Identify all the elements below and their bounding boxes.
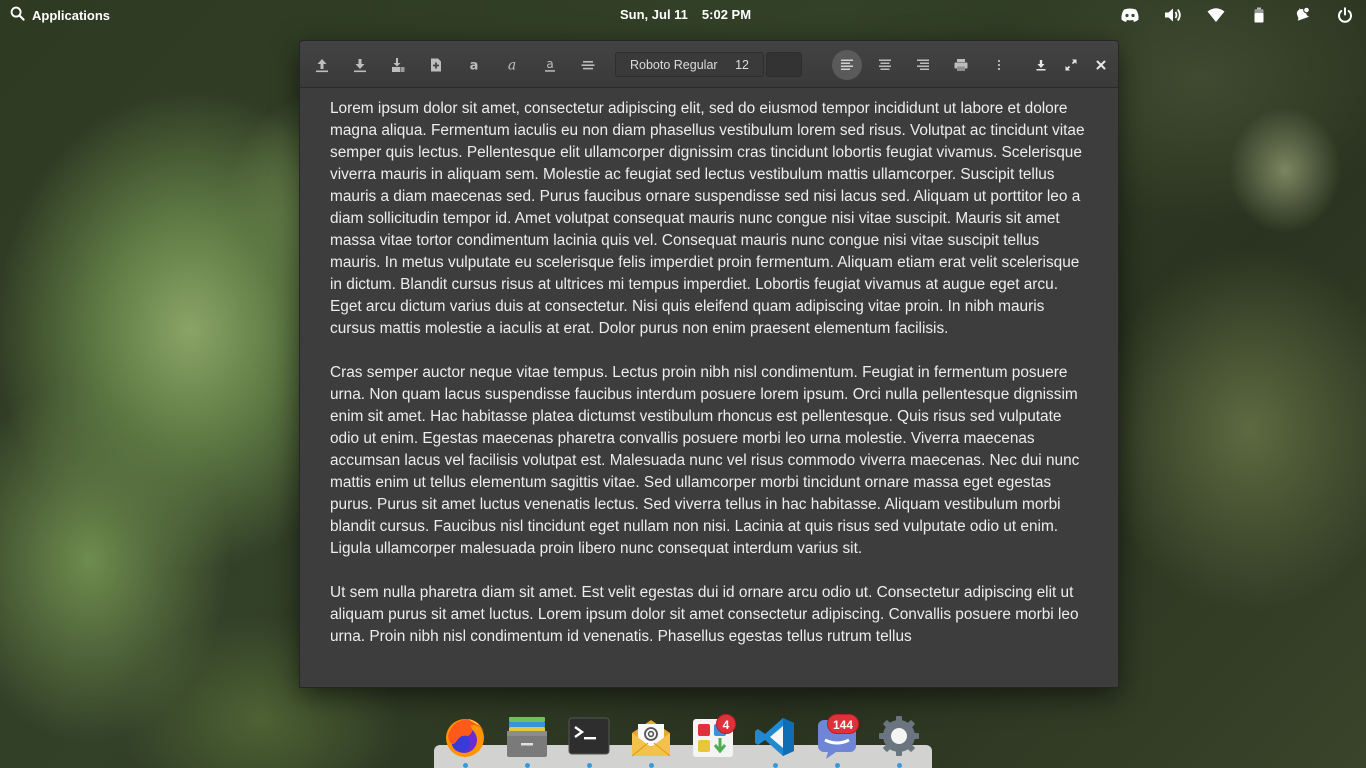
italic-button[interactable]: a (498, 51, 526, 79)
underline-button[interactable]: a (536, 51, 564, 79)
document-text-area[interactable]: Lorem ipsum dolor sit amet, consectetur … (330, 98, 1090, 670)
upload-button[interactable] (308, 51, 336, 79)
italic-icon: a (508, 58, 516, 74)
document-paragraph: Ut sem nulla pharetra diam sit amet. Est… (330, 584, 1079, 645)
messaging-unread-badge: 144 (827, 714, 860, 734)
font-name-label: Roboto Regular (630, 57, 718, 72)
align-right-icon (917, 59, 929, 70)
running-indicator (897, 763, 902, 768)
close-icon (1096, 60, 1106, 70)
strikethrough-button[interactable] (574, 51, 602, 79)
network-indicator[interactable] (1194, 0, 1237, 29)
firefox-icon (446, 719, 484, 757)
applications-menu-button[interactable]: Applications (10, 6, 110, 24)
print-button[interactable] (947, 51, 975, 79)
document-paragraph: Lorem ipsum dolor sit amet, consectetur … (330, 100, 1085, 337)
save-as-button[interactable] (384, 51, 412, 79)
download-button[interactable] (346, 51, 374, 79)
align-left-icon (841, 59, 853, 70)
discord-indicator[interactable] (1108, 0, 1151, 29)
volume-icon (1164, 8, 1181, 21)
align-right-button[interactable] (909, 51, 937, 79)
minimize-button[interactable] (1027, 51, 1055, 79)
top-panel: Applications Sun, Jul 11 5:02 PM (0, 0, 1366, 29)
bold-icon: a (470, 59, 479, 74)
running-indicator (835, 763, 840, 768)
bold-button[interactable]: a (460, 51, 488, 79)
editor-toolbar: a a a Roboto Regular 12 (300, 41, 1118, 88)
notifications-indicator[interactable] (1280, 0, 1323, 29)
more-vertical-icon (997, 59, 1001, 71)
font-selector[interactable]: Roboto Regular 12 (615, 52, 764, 77)
underline-icon: a (545, 57, 555, 72)
text-color-button[interactable] (766, 52, 802, 77)
power-indicator[interactable] (1237, 0, 1280, 29)
font-size-label: 12 (735, 57, 749, 72)
indicator-area (1108, 0, 1366, 29)
dock-item-firefox[interactable] (442, 714, 488, 760)
vscode-icon (755, 718, 794, 756)
session-indicator[interactable] (1323, 0, 1366, 29)
search-icon (10, 6, 25, 24)
running-indicator (649, 763, 654, 768)
dock-item-appcenter[interactable]: 4 (690, 714, 736, 760)
files-icon (507, 717, 547, 757)
gear-icon (879, 716, 919, 756)
date-label: Sun, Jul 11 (620, 7, 688, 22)
dock-item-messaging[interactable]: 144 (814, 714, 860, 760)
align-center-button[interactable] (871, 51, 899, 79)
maximize-icon (1065, 59, 1077, 71)
svg-text:a: a (508, 58, 516, 74)
dock-item-vscode[interactable] (752, 714, 798, 760)
terminal-icon (568, 717, 610, 755)
svg-text:a: a (470, 59, 479, 74)
new-document-icon (431, 58, 441, 72)
strikethrough-icon (581, 61, 595, 70)
download-icon (354, 59, 366, 73)
applications-label: Applications (32, 7, 111, 23)
align-left-button[interactable] (832, 50, 862, 80)
notification-bell-icon (1296, 6, 1310, 21)
svg-text:a: a (546, 57, 553, 71)
save-as-icon (392, 58, 405, 72)
discord-icon (1120, 8, 1139, 22)
mail-icon (631, 720, 671, 757)
wifi-icon (1207, 7, 1224, 22)
document-paragraph: Cras semper auctor neque vitae tempus. L… (330, 364, 1080, 557)
printer-icon (954, 59, 968, 71)
running-indicator (587, 763, 592, 768)
dock-item-mail[interactable] (628, 714, 674, 760)
close-button[interactable] (1087, 51, 1115, 79)
align-center-icon (879, 59, 891, 70)
dock-item-terminal[interactable] (566, 714, 612, 760)
datetime-indicator[interactable]: Sun, Jul 11 5:02 PM (620, 7, 751, 22)
sound-indicator[interactable] (1151, 0, 1194, 29)
time-label: 5:02 PM (701, 7, 752, 22)
appcenter-updates-badge: 4 (716, 714, 736, 734)
dock-item-files[interactable] (504, 714, 550, 760)
maximize-button[interactable] (1057, 51, 1085, 79)
upload-icon (316, 59, 328, 73)
power-icon (1337, 6, 1352, 23)
dock-item-settings[interactable] (876, 714, 922, 760)
new-document-button[interactable] (422, 51, 450, 79)
running-indicator (525, 763, 530, 768)
more-options-button[interactable] (985, 51, 1013, 79)
text-editor-window: a a a Roboto Regular 12 Lorem ipsum dolo… (299, 40, 1119, 688)
running-indicator (463, 763, 468, 768)
running-indicator (773, 763, 778, 768)
minimize-icon (1036, 60, 1046, 71)
battery-icon (1254, 7, 1263, 22)
